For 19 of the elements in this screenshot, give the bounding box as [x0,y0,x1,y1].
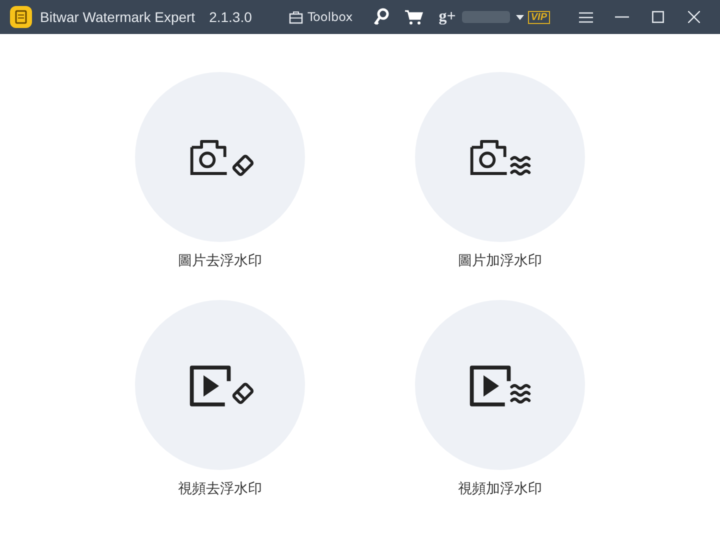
window-title: Bitwar Watermark Expert [40,9,196,25]
tool-label[interactable]: 視頻加浮水印 [458,480,542,498]
social-label[interactable]: g+ [438,8,456,26]
toolbox-icon [288,10,303,24]
key-icon[interactable] [372,8,389,26]
tool-label[interactable]: 圖片去浮水印 [178,252,262,270]
cart-icon[interactable] [404,9,423,25]
minimize-icon[interactable] [615,16,629,18]
tool-label[interactable]: 視頻去浮水印 [178,480,262,498]
menu-icon[interactable] [579,12,593,22]
caret-icon[interactable] [516,14,524,20]
close-icon[interactable] [688,11,700,23]
account-name-blurred [462,11,510,23]
app-logo-icon [10,6,32,28]
vip-badge: VIP [528,10,550,24]
maximize-icon[interactable] [652,11,664,23]
toolbox-button[interactable]: Toolbox [288,10,353,24]
version-label: 2.1.3.0 [209,9,252,25]
tool-label[interactable]: 圖片加浮水印 [458,252,542,270]
